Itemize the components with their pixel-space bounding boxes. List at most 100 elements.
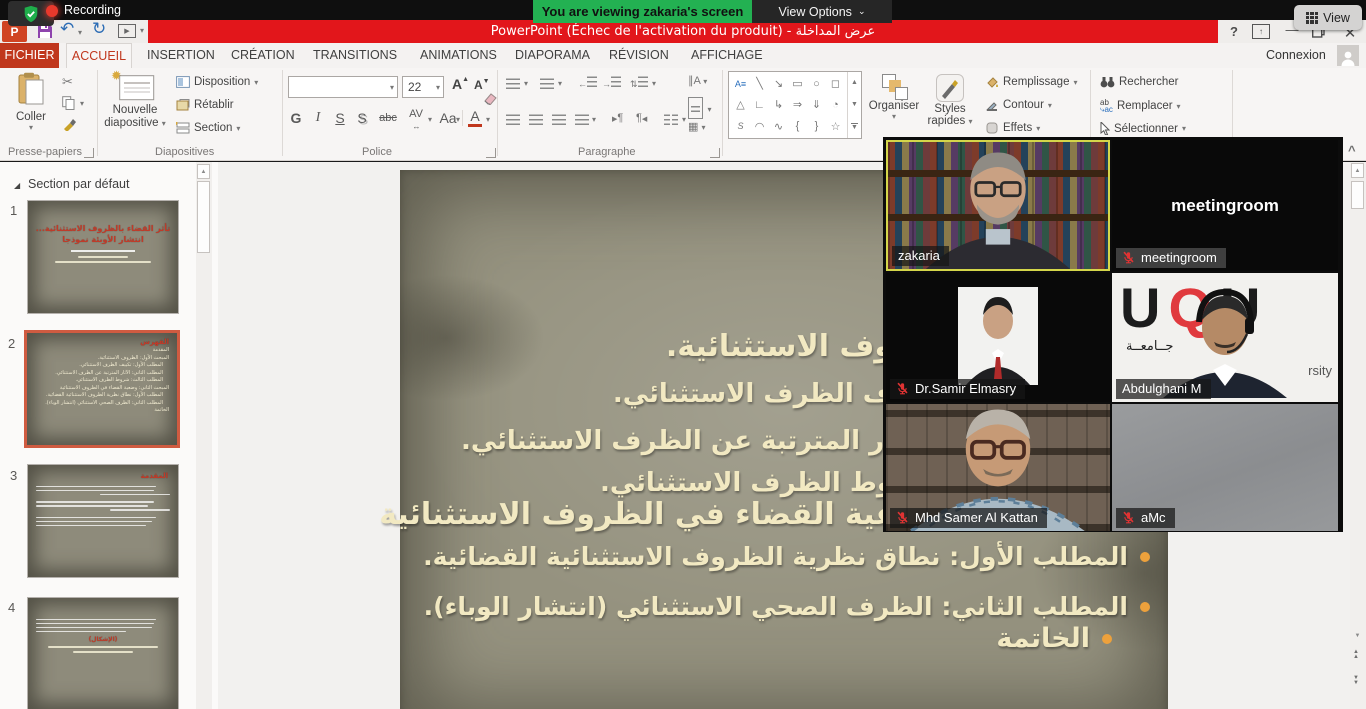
- tab-animations[interactable]: ANIMATIONS: [420, 43, 497, 68]
- shape-outline-button[interactable]: Contour▾: [986, 99, 1052, 111]
- copy-icon[interactable]: [62, 96, 75, 115]
- new-slide-button[interactable]: ✹ Nouvelle diapositive ▾: [102, 72, 168, 138]
- video-tile-zakaria[interactable]: zakaria: [886, 140, 1110, 271]
- video-tile-abdulghani[interactable]: UQU جــامعــة rsity Abdulghani M: [1112, 273, 1338, 402]
- shapes-scrollbar[interactable]: ▲▼▼: [847, 72, 861, 138]
- reset-button[interactable]: Rétablir: [176, 99, 234, 111]
- video-tile-amc[interactable]: aMc: [1112, 404, 1338, 531]
- tab-diaporama[interactable]: DIAPORAMA: [515, 43, 590, 68]
- collapse-ribbon-icon[interactable]: ^: [1348, 143, 1356, 158]
- increase-indent-icon[interactable]: →: [602, 76, 621, 89]
- section-collapse-icon[interactable]: ◢: [14, 181, 20, 190]
- text-direction-icon[interactable]: ∥A ▾: [688, 74, 707, 87]
- find-button[interactable]: Rechercher: [1100, 76, 1178, 88]
- font-size-combobox[interactable]: 22▾: [402, 76, 444, 98]
- undo-icon[interactable]: ↶: [60, 21, 74, 36]
- redo-icon[interactable]: ↻: [92, 21, 106, 36]
- shapes-gallery[interactable]: A≡╲↘▭○◻ △∟↳⇒⇓◔ S◠∿{}☆ ▲▼▼: [728, 71, 862, 139]
- slide-2-thumbnail-selected[interactable]: الفهرس المقدمة المبحث الأول: الظروف الاس…: [24, 330, 180, 448]
- numbering-icon[interactable]: [540, 76, 554, 94]
- tab-transitions[interactable]: TRANSITIONS: [313, 43, 397, 68]
- tab-creation[interactable]: CRÉATION: [231, 43, 295, 68]
- slide-scroll-down-icon[interactable]: ▼: [1351, 628, 1364, 643]
- slide-scroll-up-icon[interactable]: ▲: [1351, 163, 1364, 178]
- align-text-icon[interactable]: ▾: [688, 97, 711, 119]
- tab-insertion[interactable]: INSERTION: [147, 43, 215, 68]
- help-icon[interactable]: ?: [1222, 24, 1246, 39]
- font-color-button[interactable]: A: [468, 108, 482, 127]
- view-options-button[interactable]: View Options⌄: [752, 0, 892, 23]
- character-spacing-dropdown-icon[interactable]: ▾: [428, 115, 432, 124]
- columns-dropdown-icon[interactable]: ▾: [682, 115, 686, 124]
- bullets-icon[interactable]: [506, 76, 520, 94]
- next-slide-icon[interactable]: ▼▼: [1353, 676, 1359, 686]
- font-dialog-launcher-icon[interactable]: [486, 148, 496, 158]
- align-center-icon[interactable]: [529, 112, 543, 130]
- bullets-dropdown-icon[interactable]: ▾: [524, 79, 528, 88]
- ribbon-display-options-icon[interactable]: ↑: [1252, 24, 1270, 39]
- slide-scrollbar[interactable]: [1350, 162, 1366, 709]
- shrink-font-button[interactable]: A▼: [474, 78, 490, 92]
- change-case-button[interactable]: Aa: [438, 110, 458, 126]
- quick-styles-button[interactable]: Styles rapides ▾: [924, 74, 976, 128]
- previous-slide-icon[interactable]: ▲▲: [1353, 650, 1359, 660]
- format-painter-icon[interactable]: [62, 117, 76, 136]
- numbering-dropdown-icon[interactable]: ▾: [558, 79, 562, 88]
- section-button[interactable]: Section▾: [176, 122, 240, 134]
- justify-dropdown-icon[interactable]: ▾: [592, 115, 596, 124]
- video-tile-dr-samir[interactable]: Dr.Samir Elmasry: [886, 273, 1110, 402]
- font-name-combobox[interactable]: ▾: [288, 76, 398, 98]
- justify-icon[interactable]: [575, 112, 589, 130]
- strikethrough-button[interactable]: abc: [376, 112, 400, 124]
- arrange-button[interactable]: Organiser ▾: [866, 74, 922, 121]
- line-spacing-dropdown-icon[interactable]: ▾: [652, 79, 656, 88]
- thumbnail-scroll-up-icon[interactable]: ▲: [197, 164, 210, 179]
- thumbnail-scrollbar-thumb[interactable]: [197, 181, 210, 253]
- copy-dropdown-icon[interactable]: ▾: [80, 99, 84, 108]
- clear-formatting-icon[interactable]: [484, 92, 497, 110]
- font-color-dropdown-icon[interactable]: ▾: [486, 115, 490, 124]
- columns-icon[interactable]: [664, 112, 678, 130]
- video-tile-samer[interactable]: Mhd Samer Al Kattan: [886, 404, 1110, 531]
- character-spacing-button[interactable]: AV↔: [404, 108, 428, 132]
- account-avatar[interactable]: [1337, 45, 1359, 66]
- bold-button[interactable]: G: [286, 110, 306, 126]
- undo-dropdown-icon[interactable]: ▾: [78, 28, 82, 37]
- align-right-icon[interactable]: [552, 112, 566, 130]
- rtl-paragraph-icon[interactable]: ¶◀: [636, 112, 647, 124]
- align-left-icon[interactable]: [506, 112, 520, 130]
- video-tile-meetingroom[interactable]: meetingroom meetingroom: [1112, 140, 1338, 271]
- decrease-indent-icon[interactable]: ←: [578, 76, 597, 89]
- change-case-dropdown-icon[interactable]: ▾: [456, 115, 460, 124]
- tab-fichier[interactable]: FICHIER: [0, 43, 59, 68]
- tab-affichage[interactable]: AFFICHAGE: [691, 43, 763, 68]
- text-shadow-button[interactable]: S: [352, 110, 372, 126]
- replace-button[interactable]: ab⤷ac Remplacer▾: [1100, 99, 1181, 113]
- select-button[interactable]: Sélectionner▾: [1100, 122, 1186, 135]
- tab-revision[interactable]: RÉVISION: [609, 43, 669, 68]
- customize-qat-icon[interactable]: ▾: [140, 26, 144, 35]
- participant-name-label: Dr.Samir Elmasry: [890, 379, 1025, 399]
- view-button[interactable]: View: [1294, 5, 1362, 30]
- slide-3-thumbnail[interactable]: المقدمة: [27, 464, 179, 578]
- slide-scrollbar-thumb[interactable]: [1351, 181, 1364, 209]
- slide-1-thumbnail[interactable]: تأثر القضاء بالظروف الاستثنائية... انتشا…: [27, 200, 179, 314]
- grow-font-button[interactable]: A▲: [452, 76, 469, 92]
- shape-effects-button[interactable]: Effets▾: [986, 122, 1040, 134]
- convert-smartart-icon[interactable]: ▦ ▾: [688, 120, 705, 133]
- ltr-paragraph-icon[interactable]: ▶¶: [612, 112, 623, 124]
- shape-fill-button[interactable]: Remplissage▾: [986, 76, 1078, 88]
- underline-button[interactable]: S: [330, 110, 350, 126]
- layout-button[interactable]: Disposition▾: [176, 76, 258, 88]
- italic-button[interactable]: I: [308, 110, 328, 126]
- start-slideshow-icon[interactable]: ▶: [118, 24, 136, 38]
- paste-button[interactable]: Coller ▾: [6, 72, 56, 138]
- sign-in-link[interactable]: Connexion: [1266, 43, 1326, 68]
- section-header[interactable]: Section par défaut: [28, 177, 129, 191]
- tab-accueil[interactable]: ACCUEIL: [66, 43, 132, 68]
- line-spacing-icon[interactable]: ⇅: [630, 76, 648, 90]
- paragraph-dialog-launcher-icon[interactable]: [710, 148, 720, 158]
- slide-4-thumbnail[interactable]: (الإشكال): [27, 597, 179, 709]
- clipboard-dialog-launcher-icon[interactable]: [84, 148, 94, 158]
- cut-icon[interactable]: ✂: [62, 74, 73, 90]
